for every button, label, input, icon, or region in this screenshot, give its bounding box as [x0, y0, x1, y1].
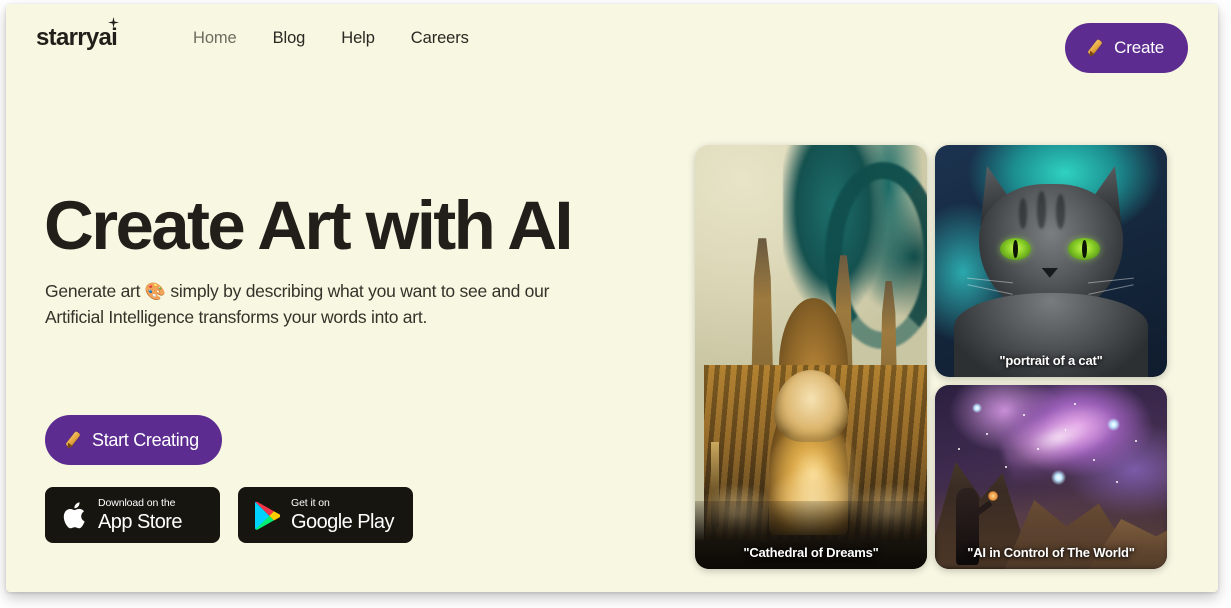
create-button-label: Create — [1114, 38, 1164, 57]
page-root: starryai Home Blog Help Careers Create C… — [6, 4, 1218, 592]
site-header: starryai Home Blog Help Careers Create — [6, 4, 1218, 92]
cosmos-artwork — [935, 385, 1167, 569]
app-store-badge-bottom: App Store — [98, 510, 183, 533]
nav-item-careers[interactable]: Careers — [410, 27, 470, 50]
gallery-card-caption: "AI in Control of The World" — [967, 545, 1135, 560]
google-play-badge-top: Get it on — [291, 497, 330, 510]
google-play-badge-text: Get it on Google Play — [291, 498, 394, 532]
google-play-badge-bottom: Google Play — [291, 510, 394, 533]
pencil-icon — [63, 430, 83, 451]
cat-artwork — [935, 145, 1167, 377]
app-store-badge-top: Download on the — [98, 497, 176, 510]
cathedral-artwork — [695, 145, 927, 569]
palette-emoji-icon: 🎨 — [144, 282, 166, 301]
hero-subtitle: Generate art 🎨 simply by describing what… — [45, 279, 605, 330]
gallery-card-cosmos[interactable]: "AI in Control of The World" — [935, 385, 1167, 569]
gallery-card-caption: "Cathedral of Dreams" — [743, 545, 879, 560]
main-navigation: Home Blog Help Careers — [192, 27, 470, 50]
google-play-icon — [254, 501, 281, 530]
start-creating-button[interactable]: Start Creating — [45, 415, 222, 465]
hero-subtitle-part1: Generate art — [45, 281, 145, 301]
nav-item-blog[interactable]: Blog — [272, 27, 307, 50]
app-store-badge[interactable]: Download on the App Store — [45, 487, 220, 543]
gallery-card-cat[interactable]: "portrait of a cat" — [935, 145, 1167, 377]
page-title: Create Art with AI — [44, 187, 574, 264]
start-creating-button-label: Start Creating — [92, 429, 199, 450]
nav-item-home[interactable]: Home — [192, 27, 238, 50]
apple-icon — [61, 500, 87, 531]
sparkle-icon — [108, 17, 120, 28]
brand-logo-text: starryai — [36, 24, 118, 51]
app-store-badge-text: Download on the App Store — [98, 497, 183, 533]
gallery-card-caption: "portrait of a cat" — [999, 353, 1103, 368]
google-play-badge[interactable]: Get it on Google Play — [238, 487, 413, 543]
nav-item-help[interactable]: Help — [340, 27, 376, 50]
brand-logo[interactable]: starryai — [36, 17, 120, 52]
create-button[interactable]: Create — [1065, 23, 1188, 73]
pencil-icon — [1085, 38, 1105, 59]
gallery-card-cathedral[interactable]: "Cathedral of Dreams" — [695, 145, 927, 569]
